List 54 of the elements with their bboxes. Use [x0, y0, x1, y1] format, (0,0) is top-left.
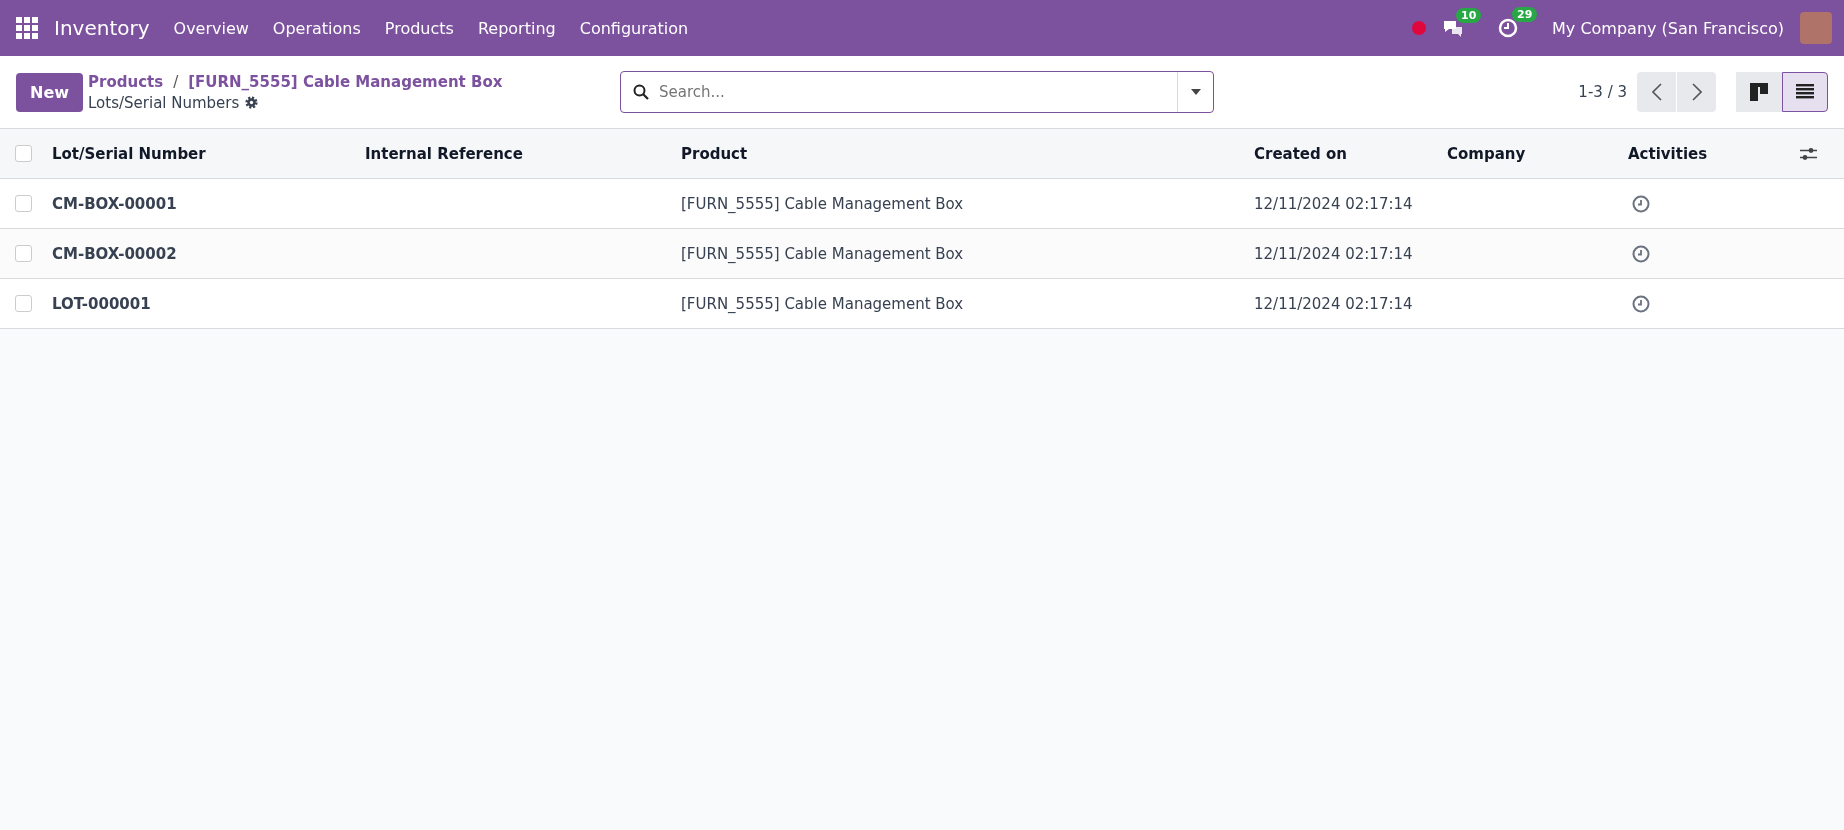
list-icon — [1796, 84, 1814, 100]
table-cell-text: CM-BOX-00002 — [52, 244, 178, 263]
table-cell-text: [FURN_5555] Cable Management Box — [681, 194, 965, 213]
table-cell-text: 12/11/2024 02:17:14 — [1254, 194, 1414, 213]
row-checkbox[interactable] — [15, 295, 32, 312]
gear-icon[interactable] — [244, 95, 260, 110]
column-settings-icon[interactable] — [1800, 146, 1817, 161]
message-count-badge: 10 — [1456, 8, 1482, 23]
app-grid-icon[interactable] — [16, 17, 38, 39]
chevron-left-icon — [1651, 83, 1662, 101]
table-cell-text: CM-BOX-00001 — [52, 194, 178, 213]
clock-icon[interactable] — [1632, 294, 1650, 313]
chevron-right-icon — [1691, 83, 1702, 101]
kanban-view-button[interactable] — [1736, 72, 1782, 112]
column-header[interactable]: Internal Reference — [365, 144, 681, 163]
search-field[interactable]: Search... — [649, 82, 1178, 102]
list-view-button[interactable] — [1782, 72, 1828, 112]
menu-item[interactable]: Overview — [161, 18, 261, 38]
column-header[interactable]: Product — [681, 144, 1254, 163]
page-title: Lots/Serial Numbers — [88, 93, 240, 112]
column-header[interactable]: Activities — [1628, 144, 1800, 163]
column-header[interactable]: Company — [1447, 144, 1628, 163]
activity-count-badge: 29 — [1512, 7, 1538, 22]
column-header[interactable]: Lot/Serial Number — [52, 144, 365, 163]
table-cell-text: 12/11/2024 02:17:14 — [1254, 294, 1414, 313]
table-cell-text: [FURN_5555] Cable Management Box — [681, 294, 965, 313]
chat-icon[interactable] — [1442, 19, 1465, 37]
app-name[interactable]: Inventory — [54, 16, 150, 40]
kanban-icon — [1750, 83, 1768, 101]
breadcrumb-separator: / — [173, 72, 179, 91]
pager-value[interactable]: 1-3 / 3 — [1578, 83, 1627, 101]
breadcrumb-link[interactable]: [FURN_5555] Cable Management Box — [188, 72, 503, 91]
menu-item[interactable]: Products — [372, 18, 466, 38]
previous-button[interactable] — [1637, 72, 1676, 112]
row-checkbox[interactable] — [15, 195, 32, 212]
table-cell-text: 12/11/2024 02:17:14 — [1254, 244, 1414, 263]
search-icon — [633, 84, 650, 100]
row-checkbox[interactable] — [15, 245, 32, 262]
table-cell-text: [FURN_5555] Cable Management Box — [681, 244, 965, 263]
table-cell-text: LOT-000001 — [52, 294, 152, 313]
clock-icon[interactable] — [1632, 194, 1650, 213]
menu-item[interactable]: Configuration — [567, 18, 701, 38]
search-bar[interactable]: Search... — [620, 71, 1215, 113]
clock-icon[interactable] — [1632, 244, 1650, 263]
select-all-checkbox[interactable] — [15, 145, 32, 162]
menu-item[interactable]: Reporting — [465, 18, 568, 38]
breadcrumb-link[interactable]: Products — [88, 72, 164, 91]
next-button[interactable] — [1677, 72, 1716, 112]
menu-item[interactable]: Operations — [260, 18, 373, 38]
status-dot[interactable] — [1412, 21, 1427, 35]
column-header[interactable]: Created on — [1254, 144, 1447, 163]
company-name[interactable]: My Company (San Francisco) — [1552, 18, 1784, 38]
new-button[interactable]: New — [16, 72, 84, 112]
caret-icon — [1190, 89, 1201, 95]
